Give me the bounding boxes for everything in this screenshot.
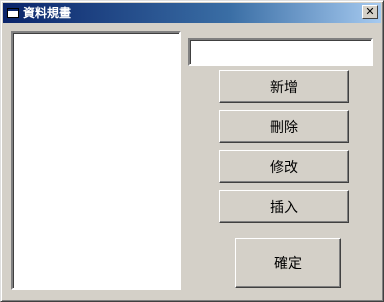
add-button[interactable]: 新增 <box>219 70 349 103</box>
insert-button[interactable]: 插入 <box>219 190 349 223</box>
title-bar[interactable]: 資料規畫 ✕ <box>3 3 381 23</box>
modify-button[interactable]: 修改 <box>219 150 349 183</box>
close-icon: ✕ <box>365 5 375 18</box>
ok-button[interactable]: 確定 <box>235 238 341 288</box>
delete-button[interactable]: 刪除 <box>219 110 349 143</box>
data-list[interactable] <box>11 31 181 290</box>
close-button[interactable]: ✕ <box>362 5 378 19</box>
window-title: 資料規畫 <box>23 6 72 20</box>
entry-input[interactable] <box>188 38 373 66</box>
app-window-icon <box>7 8 19 18</box>
dialog-window: 資料規畫 ✕ 新增 刪除 修改 插入 確定 <box>0 0 384 302</box>
